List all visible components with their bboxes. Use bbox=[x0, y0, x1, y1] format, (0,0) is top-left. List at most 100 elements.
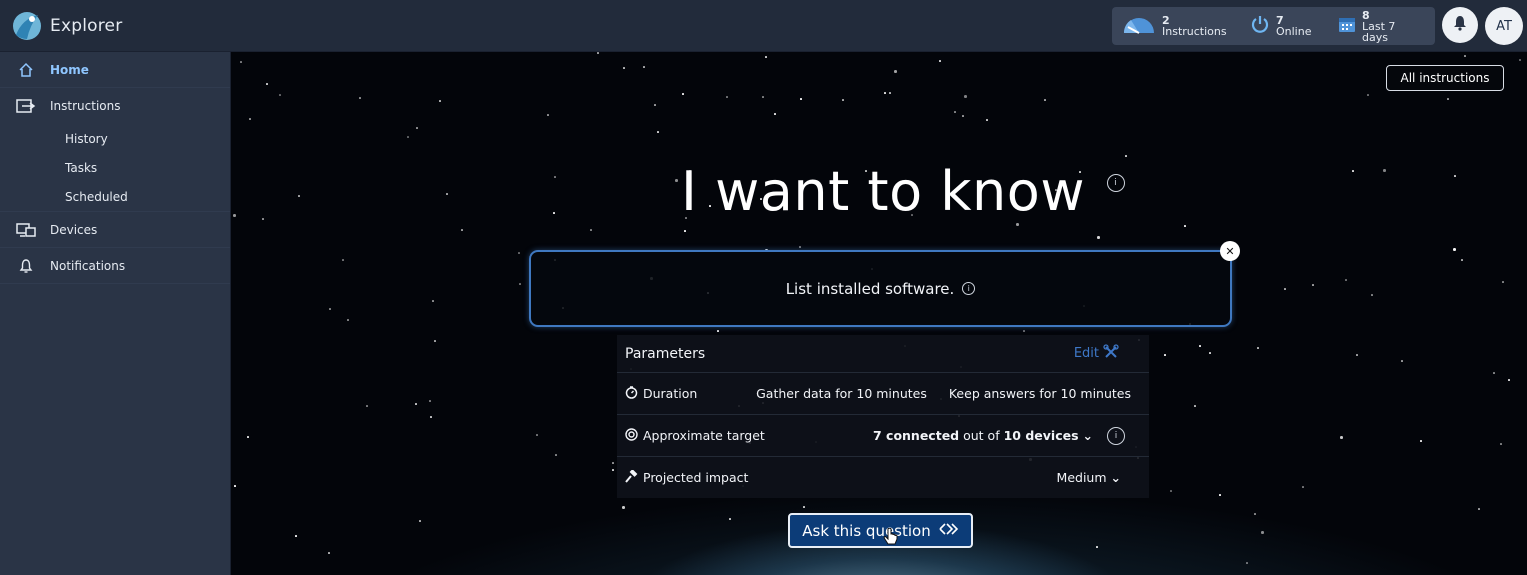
app-title: Explorer bbox=[50, 15, 123, 36]
headline-text: I want to know bbox=[681, 160, 1085, 223]
stat-online[interactable]: 7 Online bbox=[1240, 7, 1328, 45]
edit-parameters-button[interactable]: Edit bbox=[1073, 343, 1119, 364]
star bbox=[1219, 494, 1221, 496]
star bbox=[295, 535, 297, 537]
star bbox=[439, 100, 441, 102]
star bbox=[1340, 436, 1343, 439]
brand[interactable]: Explorer bbox=[0, 11, 230, 41]
star bbox=[432, 300, 434, 302]
star bbox=[536, 434, 538, 436]
clear-question-button[interactable]: ✕ bbox=[1220, 241, 1240, 261]
star bbox=[1383, 169, 1386, 172]
star bbox=[555, 454, 557, 456]
star bbox=[964, 95, 967, 98]
impact-dropdown[interactable]: Medium ⌄ bbox=[1057, 470, 1121, 485]
keep-duration[interactable]: Keep answers for 10 minutes bbox=[949, 386, 1131, 401]
star bbox=[597, 52, 599, 54]
star bbox=[622, 506, 625, 509]
stat-days-count: 8 bbox=[1362, 8, 1370, 22]
star bbox=[726, 96, 728, 98]
sidebar-item-home[interactable]: Home bbox=[0, 52, 230, 88]
target-row: Approximate target 7 connected out of 10… bbox=[617, 414, 1149, 456]
star bbox=[262, 218, 264, 220]
hand-cursor-icon bbox=[883, 527, 899, 552]
star bbox=[1302, 486, 1304, 488]
star bbox=[1401, 360, 1403, 362]
sidebar-item-history[interactable]: History bbox=[0, 124, 230, 153]
star bbox=[986, 119, 988, 121]
star bbox=[799, 246, 801, 248]
star bbox=[518, 252, 520, 254]
sidebar-item-devices[interactable]: Devices bbox=[0, 212, 230, 248]
gather-duration[interactable]: Gather data for 10 minutes bbox=[756, 386, 927, 401]
impact-row: Projected impact Medium ⌄ bbox=[617, 456, 1149, 498]
star bbox=[1371, 294, 1373, 296]
sidebar-item-label: Home bbox=[50, 62, 89, 77]
user-avatar[interactable]: AT bbox=[1485, 7, 1523, 45]
sidebar-item-label: Instructions bbox=[50, 99, 121, 113]
sidebar-item-label: Notifications bbox=[50, 258, 126, 273]
star bbox=[842, 99, 844, 101]
edit-label: Edit bbox=[1073, 346, 1099, 361]
star bbox=[1453, 248, 1456, 251]
sidebar-item-instructions[interactable]: Instructions bbox=[0, 88, 230, 124]
chevron-down-icon: ⌄ bbox=[1082, 428, 1093, 443]
total-devices: 10 devices bbox=[1003, 428, 1079, 443]
star bbox=[1312, 284, 1314, 286]
star bbox=[342, 259, 344, 261]
sidebar: Home Instructions History Tasks Schedule… bbox=[0, 52, 231, 575]
star bbox=[657, 131, 659, 133]
star bbox=[612, 462, 614, 464]
explorer-logo-icon bbox=[12, 11, 42, 41]
target-dropdown[interactable]: 7 connected out of 10 devices ⌄ bbox=[873, 428, 1093, 443]
star bbox=[1044, 99, 1046, 101]
stats-panel: 2 Instructions 7 Online 8 Last 7 days bbox=[1112, 7, 1435, 45]
ask-label: Ask this question bbox=[802, 521, 931, 540]
stat-instructions[interactable]: 2 Instructions bbox=[1112, 7, 1240, 45]
star bbox=[1097, 236, 1100, 239]
star bbox=[366, 405, 368, 407]
info-icon[interactable]: i bbox=[1106, 174, 1125, 192]
devices-icon bbox=[16, 221, 36, 239]
star bbox=[1464, 55, 1466, 57]
star bbox=[430, 416, 432, 418]
star bbox=[1016, 223, 1019, 226]
query-info-icon[interactable]: i bbox=[962, 282, 976, 295]
star bbox=[234, 485, 236, 487]
tools-icon bbox=[1103, 343, 1119, 364]
star bbox=[1508, 379, 1510, 381]
duration-row: Duration Gather data for 10 minutes Keep… bbox=[617, 372, 1149, 414]
all-instructions-button[interactable]: All instructions bbox=[1386, 65, 1504, 91]
star bbox=[329, 308, 331, 310]
sidebar-item-scheduled[interactable]: Scheduled bbox=[0, 182, 230, 212]
send-arrows-icon bbox=[937, 522, 959, 540]
star bbox=[279, 94, 281, 96]
star bbox=[519, 283, 521, 285]
stat-last-7-days[interactable]: 8 Last 7 days bbox=[1328, 7, 1433, 45]
home-icon bbox=[16, 61, 36, 79]
ask-question-button[interactable]: Ask this question bbox=[788, 513, 973, 548]
star bbox=[1199, 345, 1201, 347]
star bbox=[1125, 155, 1127, 157]
top-bar: Explorer 2 Instructions 7 Online 8 Last … bbox=[0, 0, 1527, 52]
connected-count: 7 connected bbox=[872, 428, 960, 443]
star bbox=[434, 340, 436, 342]
star bbox=[1254, 513, 1256, 515]
star bbox=[803, 506, 805, 508]
stat-instructions-label: Instructions bbox=[1162, 25, 1227, 38]
star bbox=[554, 176, 556, 178]
sidebar-item-notifications[interactable]: Notifications bbox=[0, 248, 230, 284]
star bbox=[461, 229, 463, 231]
duration-label: Duration bbox=[643, 386, 698, 401]
star bbox=[1367, 94, 1369, 96]
star bbox=[1356, 354, 1358, 356]
notifications-button[interactable] bbox=[1442, 7, 1478, 43]
star bbox=[1420, 440, 1422, 442]
star bbox=[1023, 330, 1025, 332]
star bbox=[682, 93, 684, 95]
star bbox=[1194, 405, 1196, 407]
question-input[interactable]: List installed software. i bbox=[529, 250, 1232, 327]
target-info-icon[interactable]: i bbox=[1107, 426, 1125, 445]
star bbox=[1519, 59, 1521, 61]
sidebar-item-tasks[interactable]: Tasks bbox=[0, 153, 230, 182]
